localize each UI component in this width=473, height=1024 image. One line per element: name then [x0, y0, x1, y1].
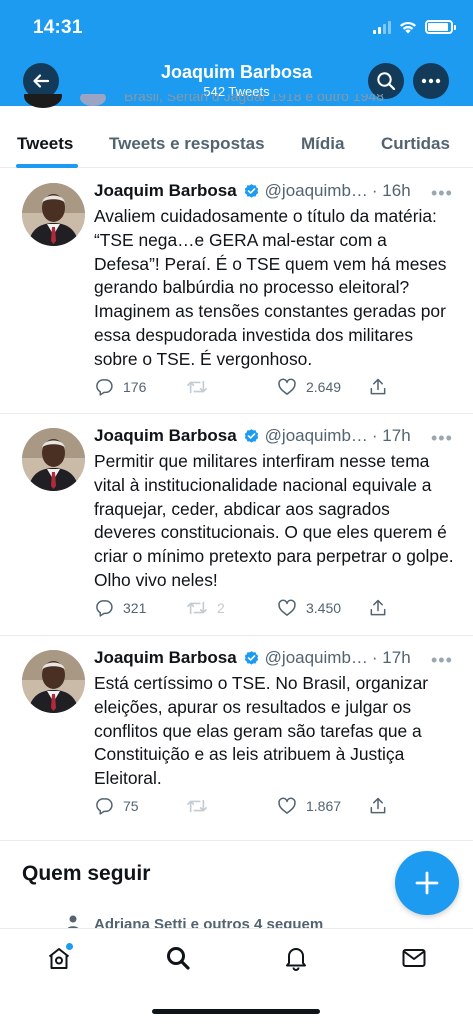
- tweet-actions: 176 2.649: [94, 377, 394, 399]
- share-icon: [370, 599, 386, 616]
- heart-icon: [278, 378, 296, 395]
- share-button[interactable]: [368, 598, 388, 618]
- who-to-follow-title: Quem seguir: [22, 862, 151, 885]
- nav-home[interactable]: [44, 943, 74, 973]
- tweet-text: Está certíssimo o TSE. No Brasil, organi…: [94, 673, 429, 789]
- tweet-handle[interactable]: @joaquimb…: [265, 426, 368, 446]
- verified-badge-icon: [244, 428, 258, 443]
- share-button[interactable]: [368, 377, 388, 397]
- tweet-header: Joaquim Barbosa @joaquimb… · 17h: [94, 426, 411, 446]
- tweet-author-name[interactable]: Joaquim Barbosa: [94, 181, 237, 201]
- retweet-button[interactable]: [186, 377, 217, 397]
- profile-avatar: [24, 94, 62, 108]
- tab-media[interactable]: Mídia: [301, 134, 344, 154]
- like-button[interactable]: 2.649: [277, 377, 341, 397]
- tweet-handle[interactable]: @joaquimb…: [265, 648, 368, 668]
- tab-tweets[interactable]: Tweets: [17, 134, 73, 154]
- like-button[interactable]: 1.867: [277, 796, 341, 816]
- share-icon: [370, 378, 386, 395]
- reply-icon: [96, 798, 113, 815]
- tweet-header: Joaquim Barbosa @joaquimb… · 17h: [94, 648, 411, 668]
- verified-badge-icon: [244, 650, 258, 665]
- bell-icon: [286, 948, 306, 971]
- reply-count: 321: [123, 600, 147, 616]
- like-count: 3.450: [306, 600, 342, 616]
- tweet-text: Avaliem cuidadosamente o título da matér…: [94, 206, 447, 369]
- reply-button[interactable]: 176: [94, 377, 146, 397]
- home-indicator: [152, 1009, 320, 1014]
- retweet-button[interactable]: [186, 796, 217, 816]
- tweet-more-icon[interactable]: •••: [431, 183, 453, 204]
- tweet-author-name[interactable]: Joaquim Barbosa: [94, 426, 237, 446]
- tweet[interactable]: Joaquim Barbosa @joaquimb… · 17h ••• Per…: [0, 414, 473, 636]
- search-icon: [167, 947, 190, 970]
- like-count: 1.867: [306, 798, 342, 814]
- retweet-count: 2: [217, 600, 225, 616]
- tweet-actions: 75 1.867: [94, 796, 394, 818]
- profile-details-text: Brasil, Sertan d Jaguar 1918 e outro 194…: [124, 94, 384, 104]
- avatar[interactable]: [22, 650, 85, 713]
- avatar[interactable]: [22, 183, 85, 246]
- retweet-button[interactable]: 2: [186, 598, 225, 618]
- tweet-author-name[interactable]: Joaquim Barbosa: [94, 648, 237, 668]
- battery-icon: [425, 20, 456, 34]
- reply-count: 176: [123, 379, 147, 395]
- profile-header: 14:31 Joaquim Barbosa 542 Tweets: [0, 0, 473, 106]
- retweet-icon: [187, 799, 207, 813]
- envelope-icon: [402, 949, 426, 967]
- tweet-more-icon[interactable]: •••: [431, 428, 453, 449]
- profile-details-peek: Brasil, Sertan d Jaguar 1918 e outro 194…: [0, 94, 473, 110]
- search-icon: [377, 72, 396, 91]
- reply-button[interactable]: 75: [94, 796, 139, 816]
- more-icon: [421, 78, 441, 84]
- tweet-more-icon[interactable]: •••: [431, 650, 453, 671]
- reply-count: 75: [123, 798, 139, 814]
- avatar[interactable]: [22, 428, 85, 491]
- tweet-time[interactable]: · 17h: [372, 648, 411, 668]
- verified-badge-icon: [244, 183, 258, 198]
- active-tab-indicator: [16, 164, 78, 168]
- tab-likes[interactable]: Curtidas: [381, 134, 450, 154]
- plus-icon: [415, 871, 439, 895]
- status-icons: [373, 20, 456, 34]
- heart-icon: [278, 599, 296, 616]
- tab-tweets-and-replies[interactable]: Tweets e respostas: [109, 134, 265, 154]
- cellular-signal-icon: [373, 20, 391, 34]
- location-icon: [80, 94, 106, 106]
- like-count: 2.649: [306, 379, 342, 395]
- reply-icon: [96, 379, 113, 396]
- tweet-handle[interactable]: @joaquimb…: [265, 181, 368, 201]
- tweet-text: Permitir que militares interfiram nesse …: [94, 451, 454, 590]
- tweet-header: Joaquim Barbosa @joaquimb… · 16h: [94, 181, 411, 201]
- compose-tweet-button[interactable]: [395, 851, 459, 915]
- tweet-time[interactable]: · 17h: [372, 426, 411, 446]
- notification-dot: [66, 943, 73, 950]
- wifi-icon: [400, 21, 416, 34]
- like-button[interactable]: 3.450: [277, 598, 341, 618]
- nav-explore[interactable]: [163, 943, 193, 973]
- nav-messages[interactable]: [399, 943, 429, 973]
- heart-icon: [278, 797, 296, 814]
- tweet[interactable]: Joaquim Barbosa @joaquimb… · 16h ••• Ava…: [0, 169, 473, 414]
- retweet-icon: [187, 601, 207, 615]
- tweet-actions: 321 2 3.450: [94, 598, 394, 620]
- tweet-time[interactable]: · 16h: [372, 181, 411, 201]
- nav-notifications[interactable]: [281, 943, 311, 973]
- share-icon: [370, 797, 386, 814]
- share-button[interactable]: [368, 796, 388, 816]
- reply-button[interactable]: 321: [94, 598, 146, 618]
- tweet[interactable]: Joaquim Barbosa @joaquimb… · 17h ••• Est…: [0, 636, 473, 841]
- status-time: 14:31: [33, 17, 83, 38]
- profile-tabs: Tweets Tweets e respostas Mídia Curtidas: [0, 110, 473, 168]
- reply-icon: [96, 600, 113, 617]
- retweet-icon: [187, 380, 207, 394]
- bottom-nav: [0, 928, 473, 1024]
